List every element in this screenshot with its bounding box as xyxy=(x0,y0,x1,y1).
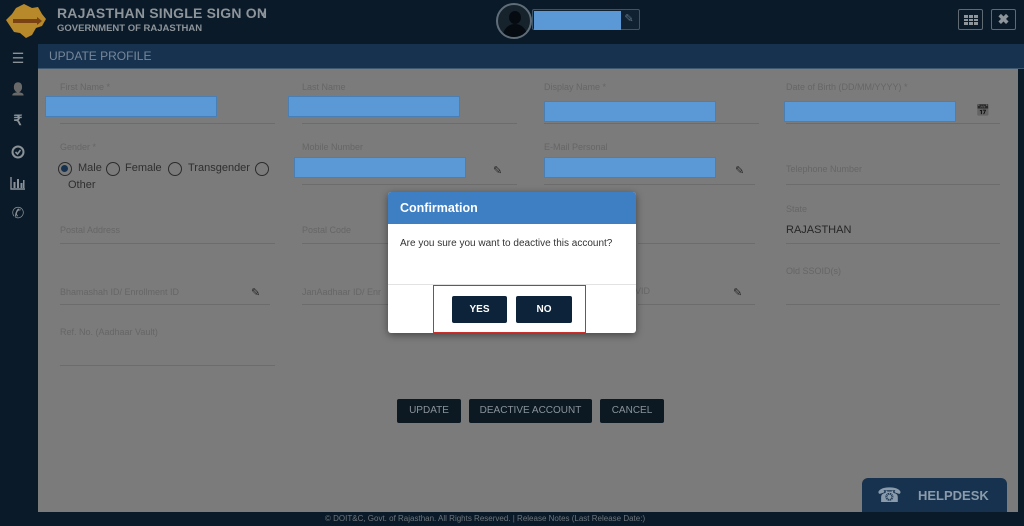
user-avatar[interactable] xyxy=(496,3,532,39)
gender-radio-male[interactable] xyxy=(58,162,72,176)
email-underline xyxy=(544,184,755,185)
state-label: State xyxy=(786,204,808,214)
email-label: E-Mail Personal xyxy=(544,142,608,152)
deactivate-account-button[interactable]: DEACTIVE ACCOUNT xyxy=(469,399,592,423)
gender-option-female[interactable]: Female xyxy=(125,162,162,174)
last-name-label: Last Name xyxy=(302,82,346,92)
telephone-label: Telephone Number xyxy=(786,164,863,174)
rajasthan-logo[interactable] xyxy=(4,2,48,40)
gender-label: Gender * xyxy=(60,142,97,152)
last-name-underline xyxy=(302,123,517,124)
annotation-highlight-box xyxy=(433,285,586,333)
mobile-input[interactable] xyxy=(294,157,466,178)
display-name-label: Display Name * xyxy=(544,82,607,92)
sidebar-chart-icon[interactable] xyxy=(0,172,36,194)
gender-option-male[interactable]: Male xyxy=(78,162,102,174)
postal-code-underline xyxy=(302,243,392,244)
sidebar-dashboard-icon[interactable]: ☰ xyxy=(0,47,36,69)
mobile-label: Mobile Number xyxy=(302,142,364,152)
old-ssoid-underline xyxy=(786,304,1000,305)
top-header: RAJASTHAN SINGLE SIGN ON v GOVERNMENT OF… xyxy=(0,0,1024,42)
helpdesk-button[interactable]: ☎ HELPDESK xyxy=(862,478,1007,514)
avatar-body xyxy=(503,24,527,37)
helpdesk-label: HELPDESK xyxy=(918,488,989,503)
email-input[interactable] xyxy=(544,157,716,178)
sidebar-check-circle-icon[interactable] xyxy=(0,141,36,163)
first-name-underline xyxy=(60,123,275,124)
edit-email-icon[interactable]: ✎ xyxy=(735,165,748,177)
panel-title: UPDATE PROFILE xyxy=(38,44,1024,69)
sidebar-rupee-icon[interactable]: ₹ xyxy=(0,109,36,131)
user-name-box[interactable]: ✎ xyxy=(532,9,640,30)
postal-code-underline-right xyxy=(638,243,755,244)
edit-user-icon[interactable]: ✎ xyxy=(623,13,635,26)
gender-radio-female[interactable] xyxy=(106,162,120,176)
footer: © DOIT&C, Govt. of Rajasthan. All Rights… xyxy=(0,512,1024,526)
app-menu-caret-icon[interactable]: v xyxy=(260,8,266,19)
postal-address-label: Postal Address xyxy=(60,225,121,235)
telephone-icon: ☎ xyxy=(877,485,902,507)
grid-icon xyxy=(964,15,978,25)
state-value[interactable]: RAJASTHAN xyxy=(786,224,851,236)
first-name-input[interactable] xyxy=(45,96,217,117)
user-name-redacted xyxy=(534,11,621,30)
display-name-underline xyxy=(544,123,759,124)
old-ssoid-label: Old SSOID(s) xyxy=(786,266,842,276)
postal-address-underline xyxy=(60,243,275,244)
telephone-underline xyxy=(786,184,1000,185)
sso-app: RAJASTHAN SINGLE SIGN ON v GOVERNMENT OF… xyxy=(0,0,1024,526)
app-subtitle: GOVERNMENT OF RAJASTHAN xyxy=(57,23,203,34)
gender-radio-transgender[interactable] xyxy=(168,162,182,176)
sidebar-profile-icon[interactable]: 👤 xyxy=(0,78,36,100)
dob-underline xyxy=(786,123,1000,124)
bar-chart-icon xyxy=(10,177,25,190)
janaadhaar-underline xyxy=(302,304,392,305)
apps-grid-button[interactable] xyxy=(958,9,983,30)
gender-option-transgender[interactable]: Transgender xyxy=(188,162,250,174)
calendar-icon[interactable]: 📅 xyxy=(976,105,990,117)
state-underline xyxy=(786,243,1000,244)
app-title: RAJASTHAN SINGLE SIGN ON xyxy=(57,5,268,21)
gender-option-other[interactable]: Other xyxy=(68,179,96,191)
dob-input[interactable] xyxy=(784,101,956,122)
sidebar: ☰ 👤 ₹ ✆ xyxy=(0,42,36,512)
cancel-button[interactable]: CANCEL xyxy=(600,399,664,423)
vid-label: VID xyxy=(635,286,651,296)
mobile-underline xyxy=(302,184,517,185)
dialog-title: Confirmation xyxy=(388,192,636,224)
dob-label: Date of Birth (DD/MM/YYYY) * xyxy=(786,82,908,92)
janaadhaar-label: JanAadhaar ID/ Enr xyxy=(302,287,382,297)
last-name-input[interactable] xyxy=(288,96,460,117)
update-button[interactable]: UPDATE xyxy=(397,399,461,423)
bhamashah-label: Bhamashah ID/ Enrollment ID xyxy=(60,287,180,297)
dialog-message: Are you sure you want to deactive this a… xyxy=(400,238,613,249)
vid-underline xyxy=(638,304,755,305)
check-circle-icon xyxy=(11,145,25,159)
close-button[interactable]: ✖ xyxy=(991,9,1016,30)
ref-no-underline xyxy=(60,365,275,366)
edit-vid-icon[interactable]: ✎ xyxy=(733,287,746,299)
display-name-input[interactable] xyxy=(544,101,716,122)
bhamashah-underline xyxy=(60,304,270,305)
gender-radio-other[interactable] xyxy=(255,162,269,176)
avatar-head xyxy=(509,11,521,24)
postal-code-label: Postal Code xyxy=(302,225,352,235)
edit-bhamashah-icon[interactable]: ✎ xyxy=(251,287,264,299)
close-icon: ✖ xyxy=(997,11,1010,27)
ref-no-label: Ref. No. (Aadhaar Vault) xyxy=(60,327,158,337)
first-name-label: First Name * xyxy=(60,82,111,92)
sidebar-phone-icon[interactable]: ✆ xyxy=(0,203,36,225)
footer-text: © DOIT&C, Govt. of Rajasthan. All Rights… xyxy=(325,514,646,523)
edit-mobile-icon[interactable]: ✎ xyxy=(493,165,506,177)
